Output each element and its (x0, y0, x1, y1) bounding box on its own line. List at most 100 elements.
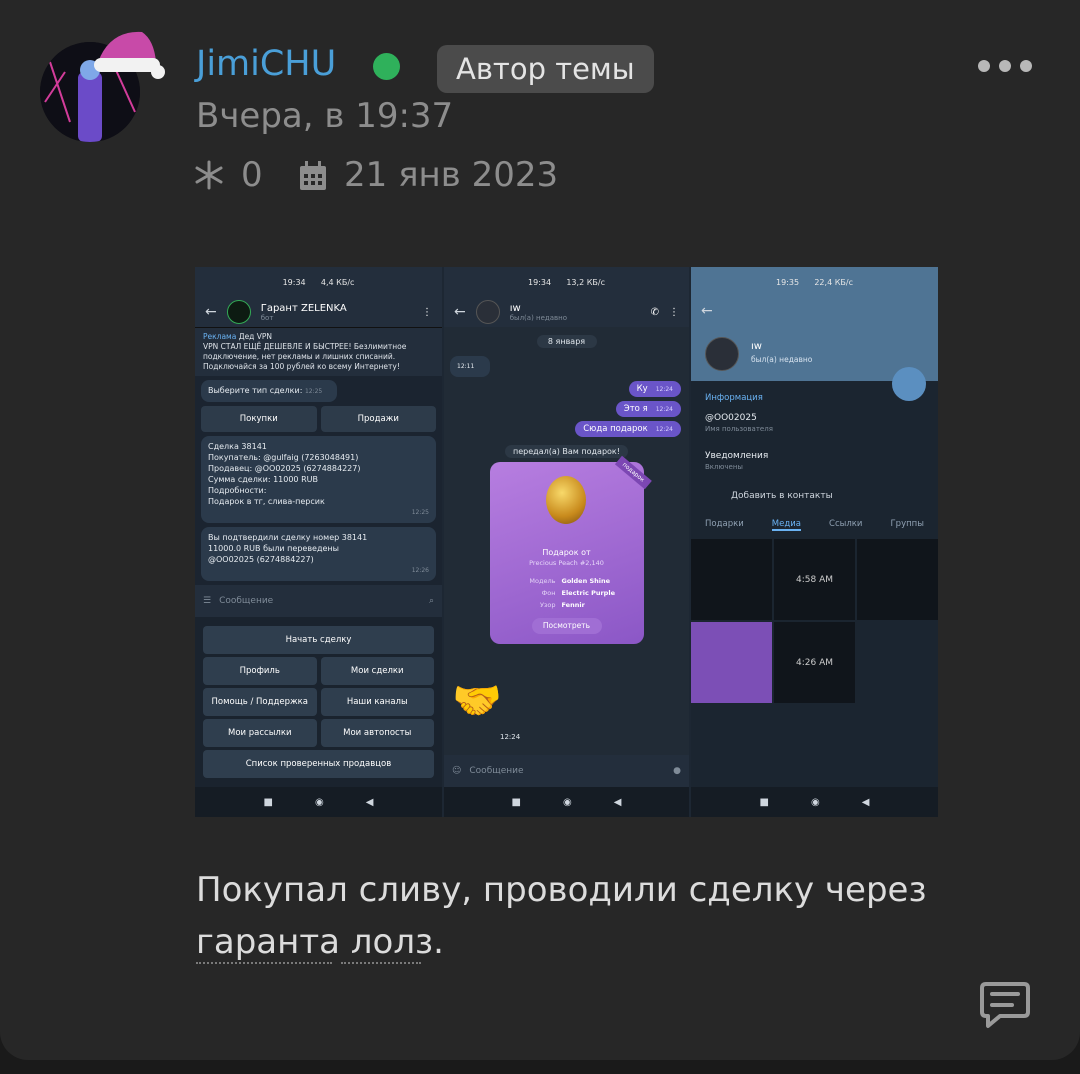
android-navbar: ■ ◉ ◀ (195, 787, 442, 817)
dot-icon (1020, 60, 1032, 72)
sticker-time: 12:24 (500, 733, 521, 741)
my-deals-button[interactable]: Мои сделки (320, 657, 434, 685)
confirm-line: Вы подтвердили сделку номер 38141 (208, 533, 368, 542)
message-time: 12:24 (655, 426, 673, 433)
home-icon[interactable]: ◉ (811, 797, 820, 808)
tab-groups[interactable]: Группы (891, 519, 924, 531)
message-time: 12:24 (655, 406, 673, 413)
mic-icon[interactable]: ● (673, 766, 681, 776)
username-link[interactable]: JimiCHU (196, 44, 336, 84)
forum-post: JimiCHU Автор темы Вчера, в 19:37 0 21 я… (0, 0, 1080, 1060)
purchases-button[interactable]: Покупки (201, 406, 317, 432)
media-thumb[interactable] (691, 539, 772, 620)
message-fab-button[interactable] (892, 367, 926, 401)
notifications-label[interactable]: Уведомления (691, 439, 938, 461)
profile-button[interactable]: Профиль (203, 657, 317, 685)
gift-title: Подарок от (542, 548, 591, 557)
gift-card[interactable]: подарок Подарок от Precious Peach #2,140… (489, 455, 652, 644)
kebab-menu-icon[interactable]: ⋮ (422, 307, 432, 318)
tab-media[interactable]: Медиа (771, 519, 801, 531)
media-thumb[interactable]: 4:58 AM (774, 539, 855, 620)
santa-hat-icon (94, 31, 165, 79)
thumb-time: 4:58 AM (796, 574, 833, 585)
attach-icon[interactable]: ⌕ (429, 596, 434, 606)
back-triangle-icon[interactable]: ◀ (862, 797, 870, 808)
deal-line: Сумма сделки: 11000 RUB (208, 475, 318, 484)
gift-attributes: Модель Golden Shine Фон Electric Purple Уз… (518, 575, 615, 611)
deal-line: Сделка 38141 (208, 442, 267, 451)
guarantor-bot-chat: 19:34 4,4 КБ/с ← Гарант ZELENKA бот ⋮ Ре… (195, 267, 442, 817)
message-time: 12:25 (411, 509, 429, 516)
deal-line: Подарок в тг, слива-персик (208, 497, 325, 506)
ad-name: Дед VPN (238, 332, 273, 341)
message-time: 12:26 (411, 567, 429, 574)
media-thumb[interactable] (857, 539, 938, 620)
bot-keyboard: Начать сделку Профиль Мои сделки Помощь … (195, 617, 442, 787)
deal-line: Продавец: @OO02025 (6274884227) (208, 464, 361, 473)
media-thumb[interactable] (691, 622, 772, 703)
help-button[interactable]: Помощь / Поддержка (203, 688, 317, 716)
dot-icon (999, 60, 1011, 72)
mailings-button[interactable]: Мои рассылки (203, 719, 317, 747)
gift-service-message: передал(а) Вам подарок! (505, 445, 628, 458)
back-triangle-icon[interactable]: ◀ (614, 797, 622, 808)
ad-text: VPN СТАЛ ЕЩЁ ДЕШЕВЛЕ И БЫСТРЕЕ! Безлимит… (203, 342, 407, 371)
more-options-button[interactable] (978, 54, 1036, 78)
square-icon[interactable]: ■ (760, 797, 769, 808)
link-underline (196, 962, 332, 964)
add-contact-button[interactable]: Добавить в контакты (691, 477, 938, 511)
view-gift-button[interactable]: Посмотреть (531, 618, 602, 634)
square-icon[interactable]: ■ (264, 797, 273, 808)
date-separator: 8 января (536, 335, 597, 348)
message-composer[interactable]: ☰ Сообщение ⌕ (195, 585, 442, 617)
attached-screenshot[interactable]: 19:34 4,4 КБ/с ← Гарант ZELENKA бот ⋮ Ре… (195, 267, 938, 817)
message-text: Это я (623, 404, 648, 414)
deal-line: Подробности: (208, 486, 267, 495)
notifications-state: Включены (705, 463, 743, 471)
confirm-line: 11000.0 RUB были переведены (208, 544, 339, 553)
sales-button[interactable]: Продажи (320, 406, 436, 432)
android-navbar: ■ ◉ ◀ (691, 787, 938, 817)
status-bar: 19:35 22,4 КБ/с (691, 267, 938, 297)
back-arrow-icon[interactable]: ← (454, 304, 466, 320)
media-thumb[interactable]: 4:26 AM (774, 622, 855, 703)
bot-avatar (226, 300, 251, 324)
kebab-menu-icon[interactable]: ⋮ (669, 307, 679, 318)
tab-links[interactable]: Ссылки (829, 519, 862, 531)
attr-key: Модель (529, 577, 556, 585)
media-grid: 4:58 AM 4:26 AM (691, 539, 938, 703)
back-arrow-icon[interactable]: ← (701, 303, 713, 319)
channels-button[interactable]: Наши каналы (320, 688, 434, 716)
message-composer[interactable]: ☺ Сообщение ● (444, 755, 689, 787)
chat-subtitle: бот (260, 313, 274, 322)
phone-icon[interactable]: ✆ (651, 307, 659, 318)
post-date[interactable]: Вчера, в 19:37 (196, 96, 453, 136)
username-caption: Имя пользователя (705, 425, 773, 433)
emoji-icon[interactable]: ☺ (452, 766, 461, 776)
verified-sellers-button[interactable]: Список проверенных продавцов (203, 750, 434, 778)
autoposts-button[interactable]: Мои автопосты (320, 719, 434, 747)
profile-tabs: Подарки Медиа Ссылки Группы (691, 511, 938, 539)
sponsored-message[interactable]: Реклама Дед VPN VPN СТАЛ ЕЩЁ ДЕШЕВЛЕ И Б… (195, 327, 442, 376)
status-net: 4,4 КБ/с (320, 277, 355, 287)
handshake-sticker: 🤝 (452, 678, 502, 724)
status-time: 19:34 (282, 277, 306, 287)
outgoing-message: Сюда подарок 12:24 (575, 421, 681, 437)
home-icon[interactable]: ◉ (563, 797, 572, 808)
message-text: Сюда подарок (583, 424, 648, 434)
status-bar: 19:34 4,4 КБ/с (195, 267, 442, 297)
home-icon[interactable]: ◉ (315, 797, 324, 808)
square-icon[interactable]: ■ (512, 797, 521, 808)
profile-name: ıw (751, 341, 762, 352)
status-bar: 19:34 13,2 КБ/с (444, 267, 689, 297)
back-triangle-icon[interactable]: ◀ (366, 797, 374, 808)
profile-status: был(а) недавно (751, 355, 813, 364)
menu-icon[interactable]: ☰ (203, 596, 211, 606)
back-arrow-icon[interactable]: ← (205, 304, 217, 320)
chat-title: Гарант ZELENKA (260, 302, 347, 314)
reply-quote-icon[interactable] (978, 978, 1032, 1032)
status-net: 13,2 КБ/с (566, 277, 605, 287)
start-deal-button[interactable]: Начать сделку (203, 626, 434, 654)
tab-gifts[interactable]: Подарки (705, 519, 744, 531)
profile-username[interactable]: @OO02025 (691, 409, 938, 423)
